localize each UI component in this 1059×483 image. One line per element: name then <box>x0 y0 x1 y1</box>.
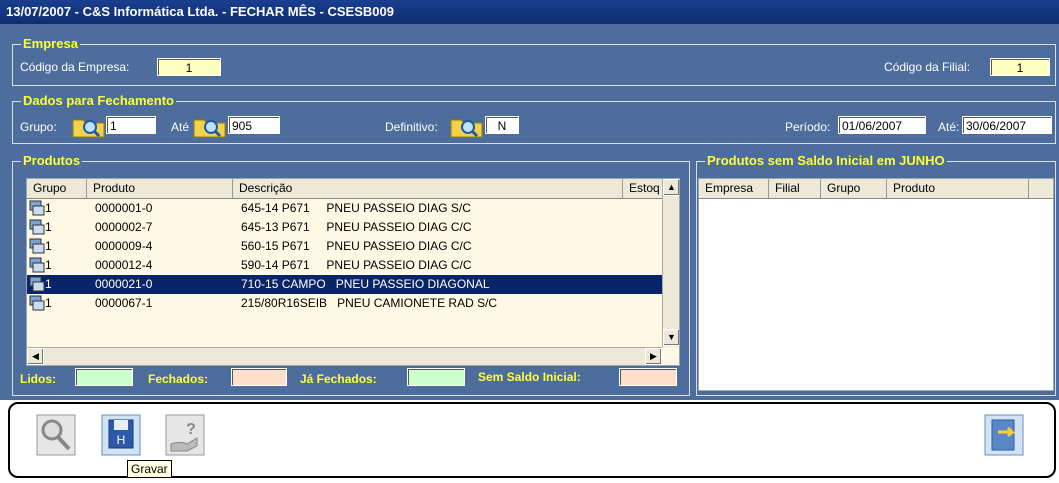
cell-descricao: 645-13 P671 PNEU PASSEIO DIAG C/C <box>241 220 472 234</box>
main-panel: Empresa Código da Empresa: 1 Código da F… <box>0 24 1059 400</box>
cell-grupo: 1 <box>45 220 52 234</box>
column-header-empresa[interactable]: Empresa <box>699 179 769 198</box>
cell-grupo: 1 <box>45 258 52 272</box>
table-row[interactable]: 1 0000012-4 590-14 P671 PNEU PASSEIO DIAG … <box>27 256 677 275</box>
sem-saldo-label: Sem Saldo Inicial: <box>478 370 581 384</box>
help-hand-icon[interactable]: ? <box>165 414 205 456</box>
cell-descricao: 710-15 CAMPO PNEU PASSEIO DIAGONAL <box>241 277 490 291</box>
cell-descricao: 215/80R16SEIB PNEU CAMIONETE RAD S/C <box>241 296 498 310</box>
cell-descricao: 560-15 P671 PNEU PASSEIO DIAG C/C <box>241 239 472 253</box>
cell-descricao: 590-14 P671 PNEU PASSEIO DIAG C/C <box>241 258 472 272</box>
cell-grupo: 1 <box>45 296 52 310</box>
codigo-empresa-label: Código da Empresa: <box>20 60 130 74</box>
definitivo-label: Definitivo: <box>385 120 438 134</box>
table-row[interactable]: 1 0000009-4 560-15 P671 PNEU PASSEIO DIAG … <box>27 237 677 256</box>
column-header-produto[interactable]: Produto <box>87 179 233 198</box>
sem-saldo-legend: Produtos sem Saldo Inicial em JUNHO <box>705 153 947 169</box>
sem-saldo-table: Empresa Filial Grupo Produto <box>698 178 1054 391</box>
codigo-filial-field[interactable]: 1 <box>990 58 1050 76</box>
ja-fechados-label: Já Fechados: <box>300 372 377 386</box>
search-button-icon[interactable] <box>36 414 76 456</box>
fechados-label: Fechados: <box>148 372 209 386</box>
cell-grupo: 1 <box>45 239 52 253</box>
cell-produto: 0000021-0 <box>95 277 153 291</box>
produtos-table-header: Grupo Produto Descrição Estoq <box>27 179 679 199</box>
exit-door-icon[interactable] <box>984 414 1024 456</box>
scroll-up-arrow-icon[interactable]: ▲ <box>663 179 679 196</box>
product-row-icon <box>29 238 45 254</box>
svg-text:?: ? <box>186 421 196 438</box>
produtos-horizontal-scrollbar[interactable]: ◀ ▶ <box>27 347 662 365</box>
cell-produto: 0000009-4 <box>95 239 153 253</box>
grupo-ate-label: Até <box>171 120 190 134</box>
window: 13/07/2007 - C&S Informática Ltda. - FEC… <box>0 0 1059 483</box>
column-header-estoque[interactable]: Estoq <box>623 179 663 198</box>
ja-fechados-field <box>407 368 465 386</box>
column-header-grupo-2[interactable]: Grupo <box>821 179 887 198</box>
codigo-empresa-field[interactable]: 1 <box>157 58 221 76</box>
produtos-table: Grupo Produto Descrição Estoq 1 0000001-0… <box>26 178 680 366</box>
dados-fechamento-legend: Dados para Fechamento <box>21 93 176 109</box>
grupo-search-folder-icon[interactable] <box>72 114 106 138</box>
cell-produto: 0000012-4 <box>95 258 153 272</box>
definitivo-field[interactable]: N <box>485 116 519 134</box>
empresa-legend: Empresa <box>21 36 80 52</box>
sem-saldo-table-header: Empresa Filial Grupo Produto <box>699 179 1053 199</box>
product-row-icon <box>29 295 45 311</box>
column-header-produto-2[interactable]: Produto <box>887 179 1029 198</box>
column-header-descricao[interactable]: Descrição <box>233 179 623 198</box>
grupo-label: Grupo: <box>20 120 57 134</box>
codigo-filial-label: Código da Filial: <box>884 60 971 74</box>
cell-produto: 0000067-1 <box>95 296 153 310</box>
periodo-ate-label: Até: <box>938 120 960 134</box>
product-row-icon <box>29 257 45 273</box>
table-row[interactable]: 1 0000001-0 645-14 P671 PNEU PASSEIO DIAG … <box>27 199 677 218</box>
periodo-label: Período: <box>785 120 831 134</box>
scroll-right-arrow-icon[interactable]: ▶ <box>645 348 662 365</box>
lidos-label: Lidos: <box>20 372 56 386</box>
window-title: 13/07/2007 - C&S Informática Ltda. - FEC… <box>6 4 394 19</box>
table-row[interactable]: 1 0000021-0 710-15 CAMPO PNEU PASSEIO DIAG… <box>27 275 677 294</box>
lidos-field <box>75 368 133 386</box>
cell-grupo: 1 <box>45 201 52 215</box>
sem-saldo-field <box>619 368 677 386</box>
cell-produto: 0000002-7 <box>95 220 153 234</box>
column-header-grupo[interactable]: Grupo <box>27 179 87 198</box>
produtos-vertical-scrollbar[interactable]: ▲ ▼ <box>662 179 679 347</box>
scroll-left-arrow-icon[interactable]: ◀ <box>27 348 44 365</box>
fechados-field <box>231 368 287 386</box>
table-row[interactable]: 1 0000067-1 215/80R16SEIB PNEU CAMIONETE R… <box>27 294 677 313</box>
title-bar: 13/07/2007 - C&S Informática Ltda. - FEC… <box>0 0 1059 24</box>
ate-search-folder-icon[interactable] <box>193 114 227 138</box>
produtos-legend: Produtos <box>21 153 83 169</box>
periodo-end-field[interactable]: 30/06/2007 <box>962 116 1052 134</box>
svg-text:H: H <box>117 433 126 447</box>
save-floppy-icon[interactable]: H <box>101 414 141 456</box>
periodo-start-field[interactable]: 01/06/2007 <box>838 116 926 134</box>
cell-descricao: 645-14 P671 PNEU PASSEIO DIAG S/C <box>241 201 471 215</box>
save-tooltip: Gravar <box>127 460 172 478</box>
grupo-ate-field[interactable]: 905 <box>228 116 280 134</box>
grupo-field[interactable]: 1 <box>106 116 156 134</box>
table-row[interactable]: 1 0000002-7 645-13 P671 PNEU PASSEIO DIAG … <box>27 218 677 237</box>
product-row-icon <box>29 276 45 292</box>
product-row-icon <box>29 200 45 216</box>
column-header-filial[interactable]: Filial <box>769 179 821 198</box>
cell-produto: 0000001-0 <box>95 201 153 215</box>
scroll-down-arrow-icon[interactable]: ▼ <box>663 329 679 346</box>
cell-grupo: 1 <box>45 277 52 291</box>
definitivo-search-folder-icon[interactable] <box>450 114 484 138</box>
product-row-icon <box>29 219 45 235</box>
